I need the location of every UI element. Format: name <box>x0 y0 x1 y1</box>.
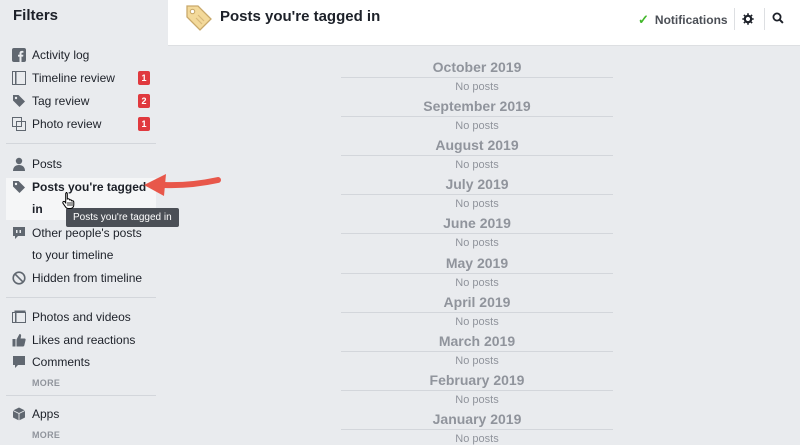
no-posts-text: No posts <box>455 120 499 132</box>
timeline-icon <box>12 71 26 85</box>
month-heading: January 2019 <box>432 411 522 427</box>
sidebar-item-photo-review[interactable]: Photo review 1 <box>6 113 156 135</box>
sidebar-item-timeline-review[interactable]: Timeline review 1 <box>6 67 156 89</box>
sidebar-item-label: Timeline review <box>32 71 115 85</box>
divider <box>6 297 156 298</box>
more-link[interactable]: MORE <box>32 430 60 440</box>
divider <box>764 8 765 30</box>
month-heading: April 2019 <box>443 294 511 310</box>
divider <box>734 8 735 30</box>
count-badge: 1 <box>138 71 150 85</box>
sidebar-item-label: Tag review <box>32 94 90 108</box>
photos-icon <box>12 310 26 323</box>
sidebar-item-photos-videos[interactable]: Photos and videos <box>6 306 156 328</box>
sidebar-item-label-line2: in <box>32 202 43 216</box>
sidebar-item-label: Photo review <box>32 117 102 131</box>
photo-icon <box>12 117 26 131</box>
divider <box>341 116 613 117</box>
month-section: September 2019 No posts <box>341 97 613 133</box>
month-heading: May 2019 <box>445 255 509 271</box>
no-posts-text: No posts <box>455 159 499 171</box>
month-section: January 2019 No posts <box>341 410 613 445</box>
divider <box>6 143 156 144</box>
notifications-button[interactable]: ✓ Notifications <box>638 12 728 28</box>
no-posts-text: No posts <box>455 277 499 289</box>
month-section: July 2019 No posts <box>341 175 613 211</box>
sidebar-item-label: Photos and videos <box>32 310 131 324</box>
divider <box>341 155 613 156</box>
divider <box>341 233 613 234</box>
no-posts-text: No posts <box>455 355 499 367</box>
sidebar-item-label: Hidden from timeline <box>32 271 143 285</box>
month-heading: September 2019 <box>423 98 531 114</box>
sidebar-item-label-line1: Posts you're tagged <box>32 180 147 194</box>
month-heading: July 2019 <box>445 176 509 192</box>
count-badge: 2 <box>138 94 150 108</box>
annotation-arrow <box>144 174 221 196</box>
month-section: April 2019 No posts <box>341 293 613 329</box>
facebook-icon <box>12 48 26 62</box>
month-section: February 2019 No posts <box>341 371 613 407</box>
no-posts-text: No posts <box>455 394 499 406</box>
tag-icon <box>13 95 25 107</box>
sidebar-item-label: Comments <box>32 355 91 369</box>
no-posts-text: No posts <box>455 237 499 249</box>
no-posts-text: No posts <box>455 81 499 93</box>
month-heading: August 2019 <box>435 137 519 153</box>
divider <box>6 395 156 396</box>
person-icon <box>13 157 25 171</box>
month-heading: June 2019 <box>443 215 511 231</box>
month-heading: October 2019 <box>432 59 522 75</box>
divider <box>341 77 613 78</box>
sidebar-item-comments[interactable]: Comments <box>6 351 156 373</box>
page-header: Posts you're tagged in ✓ Notifications <box>168 0 800 46</box>
gear-icon[interactable] <box>742 13 754 25</box>
sidebar-item-hidden-from-timeline[interactable]: Hidden from timeline <box>6 267 156 289</box>
sidebar-item-likes-reactions[interactable]: Likes and reactions <box>6 329 156 351</box>
divider <box>341 351 613 352</box>
month-section: October 2019 No posts <box>341 58 613 94</box>
filters-title: Filters <box>13 7 59 24</box>
search-icon[interactable] <box>772 12 784 24</box>
like-icon <box>12 334 26 347</box>
count-badge: 1 <box>138 117 150 131</box>
no-posts-text: No posts <box>455 316 499 328</box>
no-posts-text: No posts <box>455 198 499 210</box>
comment-icon <box>13 356 25 368</box>
tooltip: Posts you're tagged in <box>66 208 179 227</box>
month-section: August 2019 No posts <box>341 136 613 172</box>
sidebar-item-label-line2: to your timeline <box>32 248 114 262</box>
sidebar-item-posts[interactable]: Posts <box>6 153 156 175</box>
sidebar-item-apps[interactable]: Apps <box>6 403 156 425</box>
more-link[interactable]: MORE <box>32 378 60 388</box>
notifications-label: Notifications <box>654 13 728 27</box>
divider <box>341 312 613 313</box>
apps-icon <box>12 407 26 421</box>
tag-icon <box>186 5 212 31</box>
sidebar-item-activity-log[interactable]: Activity log <box>6 44 156 66</box>
sidebar-item-label: Activity log <box>32 48 90 62</box>
sidebar-item-label: Posts <box>32 157 63 171</box>
hand-cursor-icon <box>62 192 75 209</box>
month-heading: February 2019 <box>429 372 525 388</box>
sidebar-item-label: Apps <box>32 407 60 421</box>
divider <box>341 273 613 274</box>
month-section: March 2019 No posts <box>341 332 613 368</box>
hidden-icon <box>12 271 26 285</box>
sidebar-item-label: Likes and reactions <box>32 333 136 347</box>
comment-icon <box>13 227 25 239</box>
month-section: June 2019 No posts <box>341 214 613 250</box>
month-heading: March 2019 <box>438 333 516 349</box>
tag-icon <box>13 181 25 193</box>
divider <box>341 429 613 430</box>
month-section: May 2019 No posts <box>341 254 613 290</box>
sidebar-item-other-peoples-posts[interactable]: Other people's posts to your timeline <box>6 222 156 266</box>
checkmark-icon: ✓ <box>638 12 649 27</box>
sidebar-item-tag-review[interactable]: Tag review 2 <box>6 90 156 112</box>
divider <box>341 390 613 391</box>
divider <box>341 194 613 195</box>
page-title: Posts you're tagged in <box>220 8 381 25</box>
no-posts-text: No posts <box>455 433 499 445</box>
